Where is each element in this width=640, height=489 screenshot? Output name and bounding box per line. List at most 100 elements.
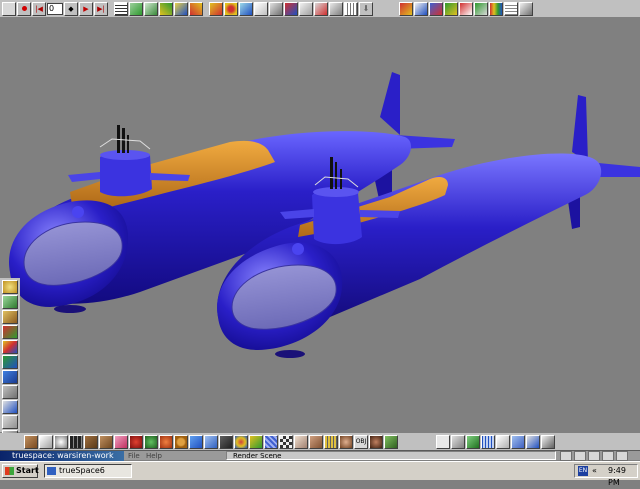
material-icon[interactable] <box>224 1 238 16</box>
paint-icon[interactable] <box>209 1 223 16</box>
library-face-icon[interactable] <box>339 434 353 449</box>
cube-primitive-icon[interactable] <box>2 295 18 309</box>
sub2-tail-fin-top <box>572 95 588 162</box>
grid-snap-icon[interactable] <box>344 1 358 16</box>
library-obj-icon[interactable]: OBJ <box>354 434 368 449</box>
tray-expand-icon[interactable]: « <box>592 465 597 477</box>
sub1-hatch <box>54 305 86 313</box>
light-icon[interactable] <box>254 1 268 16</box>
system-tray: EN « 9:49 PM <box>574 464 638 487</box>
library-sphere-icon[interactable] <box>159 434 173 449</box>
library-box-icon[interactable] <box>99 434 113 449</box>
sub1-mast-c <box>127 135 129 153</box>
status-btn-3[interactable] <box>588 451 600 461</box>
library-check-icon[interactable] <box>279 434 293 449</box>
torus-primitive-icon[interactable] <box>2 340 18 354</box>
window-controls <box>560 451 628 461</box>
light-primitive-icon[interactable] <box>2 400 18 414</box>
scene-icon[interactable] <box>459 1 473 16</box>
mirror-icon[interactable] <box>314 1 328 16</box>
close-panel-icon[interactable] <box>541 434 555 449</box>
path-icon[interactable] <box>129 1 143 16</box>
app-title[interactable]: truespace: warsiren-work <box>0 451 124 461</box>
render-file-icon[interactable] <box>444 1 458 16</box>
plane-primitive-icon[interactable] <box>2 355 18 369</box>
library-film-icon[interactable] <box>69 434 83 449</box>
menu-file[interactable]: File <box>128 451 140 461</box>
library-bars-icon[interactable] <box>324 434 338 449</box>
status-btn-2[interactable] <box>574 451 586 461</box>
sub2-mast-a <box>330 157 333 189</box>
cylinder-primitive-icon[interactable] <box>2 310 18 324</box>
library-dots-icon[interactable] <box>174 434 188 449</box>
cone-primitive-icon[interactable] <box>2 325 18 339</box>
frame-stepper[interactable]: ◆ <box>64 1 78 16</box>
library-wave-icon[interactable] <box>189 434 203 449</box>
library-crate-icon[interactable] <box>84 434 98 449</box>
undo-icon[interactable] <box>526 434 540 449</box>
rewind-button[interactable]: |◀ <box>32 1 46 16</box>
start-label: Start <box>16 466 39 475</box>
status-btn-1[interactable] <box>560 451 572 461</box>
library-grid-icon[interactable] <box>264 434 278 449</box>
help-icon[interactable] <box>519 1 533 16</box>
boolean-icon[interactable] <box>284 1 298 16</box>
palette-icon[interactable] <box>489 1 503 16</box>
sub2-bolt <box>292 243 304 255</box>
deform-icon[interactable] <box>159 1 173 16</box>
render-region-icon[interactable] <box>414 1 428 16</box>
library-ball-icon[interactable] <box>54 434 68 449</box>
uv-icon[interactable] <box>239 1 253 16</box>
polygon-primitive-icon[interactable] <box>2 385 18 399</box>
record-button[interactable] <box>17 1 31 16</box>
library-spin-icon[interactable] <box>234 434 248 449</box>
library-bones-icon[interactable] <box>294 434 308 449</box>
text-primitive-icon[interactable] <box>2 370 18 384</box>
grid-view-icon[interactable] <box>481 434 495 449</box>
page-icon[interactable] <box>496 434 510 449</box>
down-arrow-icon[interactable]: ⬇ <box>359 1 373 16</box>
sphere-primitive-icon[interactable] <box>2 280 18 294</box>
render-icon[interactable] <box>399 1 413 16</box>
library-arrow-icon[interactable] <box>219 434 233 449</box>
spline-icon[interactable] <box>144 1 158 16</box>
sweep-icon[interactable] <box>174 1 188 16</box>
render-object-icon[interactable] <box>429 1 443 16</box>
photo-icon[interactable] <box>474 1 488 16</box>
forward-button[interactable]: ▶| <box>94 1 108 16</box>
start-button[interactable]: Start <box>2 464 39 478</box>
lathe-icon[interactable] <box>189 1 203 16</box>
object-cube-icon[interactable] <box>451 434 465 449</box>
library-tomato-icon[interactable] <box>129 434 143 449</box>
taskbar: Start trueSpace6 EN « 9:49 PM <box>0 461 640 487</box>
animation-list-icon[interactable] <box>114 1 128 16</box>
language-indicator[interactable]: EN <box>578 466 588 476</box>
camera-icon[interactable] <box>269 1 283 16</box>
library-ramp-icon[interactable] <box>204 434 218 449</box>
display-icon[interactable] <box>504 1 518 16</box>
knife-icon[interactable] <box>299 1 313 16</box>
play-button[interactable]: ▶ <box>79 1 93 16</box>
status-btn-4[interactable] <box>602 451 614 461</box>
sub2-hatch <box>275 350 305 358</box>
library-leaf-icon[interactable] <box>384 434 398 449</box>
object-info-icon[interactable] <box>329 1 343 16</box>
green-box-icon[interactable] <box>466 434 480 449</box>
library-wood-icon[interactable] <box>24 434 38 449</box>
select-arrow-icon[interactable] <box>436 434 450 449</box>
menu-help[interactable]: Help <box>146 451 162 461</box>
taskbar-app-button[interactable]: trueSpace6 <box>44 464 132 478</box>
status-btn-5[interactable] <box>616 451 628 461</box>
library-portrait-icon[interactable] <box>369 434 383 449</box>
library-color-icon[interactable] <box>249 434 263 449</box>
library-ribbon-icon[interactable] <box>114 434 128 449</box>
library-marble-icon[interactable] <box>39 434 53 449</box>
frame-input[interactable] <box>47 2 63 15</box>
sub1-mast-b <box>122 128 125 153</box>
library-globe-icon[interactable] <box>144 434 158 449</box>
library-figure-icon[interactable] <box>309 434 323 449</box>
cards-icon[interactable] <box>511 434 525 449</box>
3d-viewport[interactable] <box>0 17 640 433</box>
object-tool-icon[interactable] <box>2 1 16 16</box>
skeleton-icon[interactable] <box>2 415 18 429</box>
